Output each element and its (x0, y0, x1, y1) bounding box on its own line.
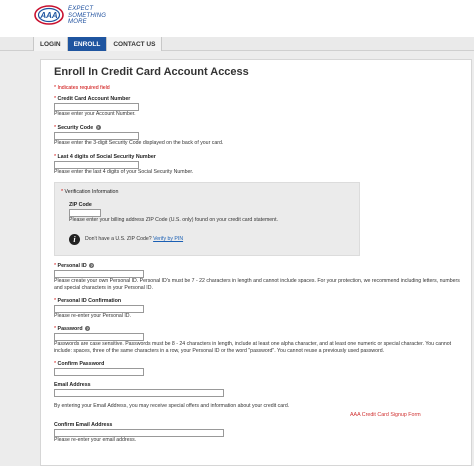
logo-text: AAA (39, 11, 58, 20)
required-mark: * (54, 326, 57, 332)
confirm-email-label: Confirm Email Address (54, 422, 113, 428)
watermark-caption: AAA Credit Card Signup Form (350, 412, 421, 418)
confirm-email-help: Please re-enter your email address. (54, 437, 137, 443)
confirm-email-input[interactable] (54, 429, 224, 437)
email-input[interactable] (54, 389, 224, 397)
required-note: * Indicates required field (54, 85, 110, 91)
account-number-label-text: Credit Card Account Number (57, 96, 131, 102)
nav-login[interactable]: LOGIN (33, 37, 67, 51)
verification-box: * Verification Information ZIP Code Plea… (54, 182, 360, 256)
zip-help: Please enter your billing address ZIP Co… (69, 217, 278, 223)
password-help: Passwords are case sensitive. Passwords … (54, 341, 452, 354)
nav-enroll[interactable]: ENROLL (66, 37, 107, 51)
security-code-help: Please enter the 3-digit Security Code d… (54, 140, 224, 146)
no-zip-text: Don't have a U.S. ZIP Code? (85, 236, 152, 242)
confirm-password-label: * Confirm Password (54, 361, 104, 367)
password-label-text: Password (57, 326, 83, 332)
required-mark: * (54, 154, 57, 160)
account-number-input[interactable] (54, 103, 139, 111)
personal-id-confirm-label: * Personal ID Confirmation (54, 298, 121, 304)
password-input[interactable] (54, 333, 144, 341)
nav-contact-us[interactable]: CONTACT US (106, 37, 163, 51)
account-number-help: Please enter your Account Number. (54, 111, 136, 117)
tagline: EXPECT SOMETHING MORE (68, 6, 106, 26)
question-circle-icon[interactable]: ? (95, 125, 101, 131)
enroll-form-panel: Enroll In Credit Card Account Access * I… (40, 59, 472, 466)
personal-id-confirm-label-text: Personal ID Confirmation (57, 298, 122, 304)
verification-title-text: Verification Information (64, 189, 119, 195)
required-mark: * (61, 189, 64, 195)
verification-title: * Verification Information (61, 189, 118, 195)
email-label: Email Address (54, 382, 91, 388)
confirm-password-label-text: Confirm Password (57, 361, 105, 367)
tagline-line: MORE (68, 19, 87, 25)
zip-label: ZIP Code (69, 202, 92, 208)
ssn-input[interactable] (54, 161, 139, 169)
security-code-input[interactable] (54, 132, 139, 140)
no-zip-row: Don't have a U.S. ZIP Code? Verify by PI… (85, 236, 183, 243)
personal-id-label: * Personal ID ? (54, 263, 95, 269)
question-circle-icon[interactable]: ? (89, 263, 95, 269)
personal-id-confirm-input[interactable] (54, 305, 144, 313)
ssn-help: Please enter the last 4 digits of your S… (54, 169, 194, 175)
personal-id-label-text: Personal ID (57, 263, 87, 269)
question-circle-icon[interactable]: ? (85, 326, 91, 332)
personal-id-confirm-help: Please re-enter your Personal ID. (54, 313, 131, 319)
required-mark: * (54, 96, 57, 102)
security-code-label-text: Security Code (57, 125, 94, 131)
ssn-label-text: Last 4 digits of Social Security Number (57, 154, 156, 160)
aaa-logo-icon[interactable]: AAA (34, 5, 64, 25)
required-mark: * (54, 298, 57, 304)
password-label: * Password ? (54, 326, 91, 332)
ssn-label: * Last 4 digits of Social Security Numbe… (54, 154, 156, 160)
account-number-label: * Credit Card Account Number (54, 96, 130, 102)
personal-id-input[interactable] (54, 270, 144, 278)
verify-by-pin-link[interactable]: Verify by PIN (153, 236, 183, 242)
required-mark: * (54, 361, 57, 367)
site-header: AAA EXPECT SOMETHING MORE (0, 0, 474, 37)
security-code-label: * Security Code ? (54, 125, 101, 131)
email-help: By entering your Email Address, you may … (54, 403, 290, 409)
info-circle-icon: i (69, 234, 80, 245)
zip-input[interactable] (69, 209, 101, 217)
page-title: Enroll In Credit Card Account Access (54, 66, 249, 78)
required-mark: * (54, 263, 57, 269)
confirm-password-input[interactable] (54, 368, 144, 376)
required-mark: * (54, 125, 57, 131)
personal-id-help: Please create your own Personal ID. Pers… (54, 278, 460, 291)
main-nav: LOGIN ENROLL CONTACT US (33, 37, 163, 51)
